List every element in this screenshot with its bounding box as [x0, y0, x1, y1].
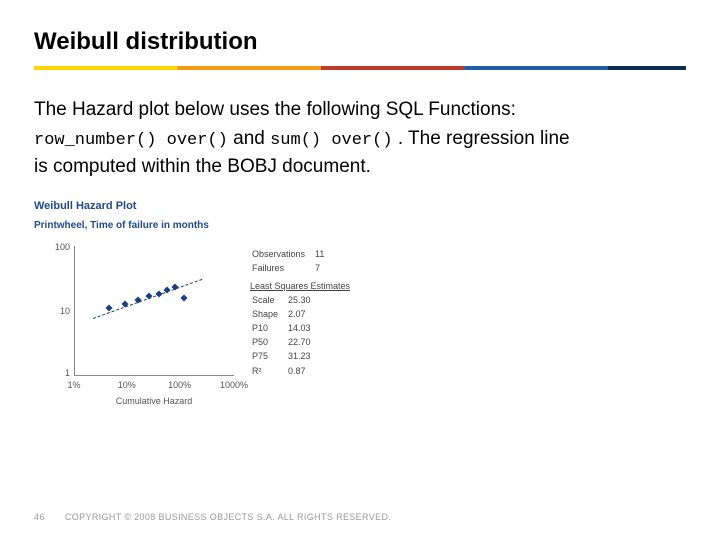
page-number: 46	[34, 512, 62, 522]
stat-value: 7	[315, 262, 332, 274]
code-func-2: sum() over()	[270, 131, 392, 150]
code-func-1: row_number() over()	[34, 131, 228, 150]
body-paragraph: The Hazard plot below uses the following…	[34, 96, 674, 182]
stat-value: 14.03	[288, 322, 319, 334]
stat-label: Shape	[252, 308, 286, 320]
data-point	[181, 294, 188, 301]
slide-footer: 46 COPYRIGHT © 2008 BUSINESS OBJECTS S.A…	[34, 512, 391, 522]
x-axis	[74, 375, 234, 376]
y-axis	[74, 246, 75, 376]
stats-estimates-table: Scale25.30Shape2.07P1014.03P5022.70P7531…	[250, 292, 321, 379]
slide-title: Weibull distribution	[34, 28, 686, 56]
stat-value: 25.30	[288, 294, 319, 306]
stat-label: Scale	[252, 294, 286, 306]
copyright-text: COPYRIGHT © 2008 BUSINESS OBJECTS S.A. A…	[65, 512, 391, 522]
stats-panel: Observations 11 Failures 7 Least Squares…	[250, 246, 350, 379]
xtick: 10%	[118, 380, 136, 390]
body-line1-pre: The Hazard plot below uses the following…	[34, 99, 516, 120]
xtick: 100%	[168, 380, 191, 390]
chart-title: Weibull Hazard Plot	[34, 200, 414, 212]
stat-label: P10	[252, 322, 286, 334]
chart-subtitle: Printwheel, Time of failure in months	[34, 220, 414, 231]
stats-obs-table: Observations 11 Failures 7	[250, 246, 334, 276]
stats-section-header: Least Squares Estimates	[250, 276, 350, 292]
body-line1-post: . The regression line	[398, 128, 570, 149]
stat-value: 11	[315, 248, 332, 260]
stat-label: Failures	[252, 262, 313, 274]
x-axis-label: Cumulative Hazard	[116, 396, 193, 406]
plot-area: 100 10 1 1% 10% 100% 1000% Cumulative Ha…	[74, 246, 234, 376]
stat-label: R²	[252, 365, 286, 377]
xtick: 1000%	[220, 380, 248, 390]
ytick: 100	[52, 242, 70, 252]
hazard-chart: Weibull Hazard Plot Printwheel, Time of …	[34, 200, 414, 410]
body-line2: is computed within the BOBJ document.	[34, 156, 371, 177]
body-mid: and	[233, 128, 270, 149]
ytick: 1	[52, 368, 70, 378]
ytick: 10	[52, 306, 70, 316]
stat-label: P75	[252, 350, 286, 362]
stat-value: 22.70	[288, 336, 319, 348]
stat-value: 31.23	[288, 350, 319, 362]
stat-value: 2.07	[288, 308, 319, 320]
accent-rule	[34, 66, 686, 70]
stat-label: Observations	[252, 248, 313, 260]
stat-label: P50	[252, 336, 286, 348]
stat-value: 0.87	[288, 365, 319, 377]
xtick: 1%	[67, 380, 80, 390]
